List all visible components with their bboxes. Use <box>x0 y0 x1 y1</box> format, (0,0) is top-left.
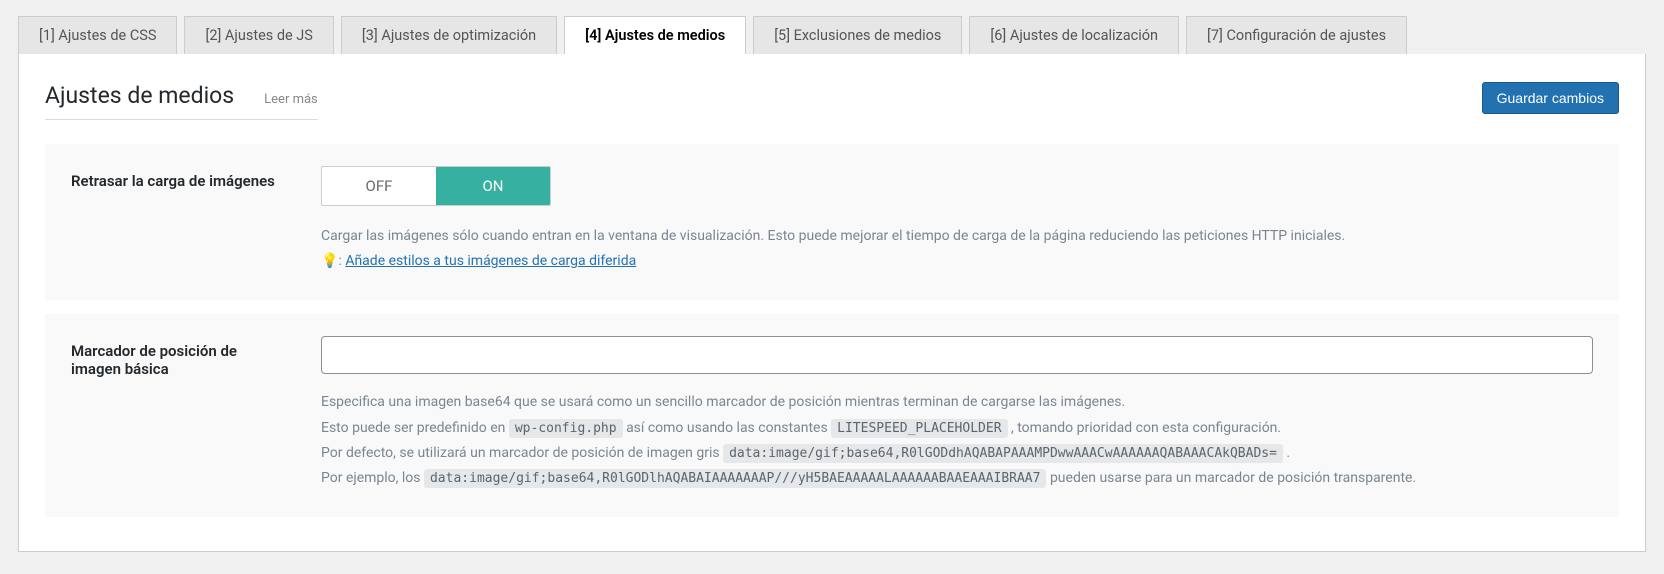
lazy-load-label: Retrasar la carga de imágenes <box>71 166 281 274</box>
code-transparent-gif: data:image/gif;base64,R0lGODlhAQABAIAAAA… <box>424 469 1046 488</box>
placeholder-input[interactable] <box>321 336 1593 374</box>
lazy-styles-link[interactable]: Añade estilos a tus imágenes de carga di… <box>345 253 636 269</box>
toggle-on[interactable]: ON <box>436 167 550 205</box>
code-constant: LITESPEED_PLACEHOLDER <box>831 419 1007 438</box>
tab-optimization[interactable]: [3] Ajustes de optimización <box>341 16 557 54</box>
placeholder-label: Marcador de posición de imagen básica <box>71 336 281 491</box>
lazy-load-toggle[interactable]: OFF ON <box>321 166 551 206</box>
code-default-gif: data:image/gif;base64,R0lGODdhAQABAPAAAM… <box>723 444 1283 463</box>
code-wpconfig: wp-config.php <box>509 419 623 438</box>
tabs-bar: [1] Ajustes de CSS [2] Ajustes de JS [3]… <box>0 0 1664 54</box>
toggle-off[interactable]: OFF <box>322 167 436 205</box>
lightbulb-icon: 💡 <box>321 253 338 269</box>
lazy-load-block: Retrasar la carga de imágenes OFF ON Car… <box>45 144 1619 300</box>
read-more-link[interactable]: Leer más <box>264 92 318 107</box>
placeholder-description: Especifica una imagen base64 que se usar… <box>321 390 1593 491</box>
tab-media[interactable]: [4] Ajustes de medios <box>564 16 746 54</box>
tab-media-excludes[interactable]: [5] Exclusiones de medios <box>753 16 962 54</box>
placeholder-block: Marcador de posición de imagen básica Es… <box>45 314 1619 517</box>
tab-localization[interactable]: [6] Ajustes de localización <box>969 16 1179 54</box>
tab-tuning[interactable]: [7] Configuración de ajustes <box>1186 16 1407 54</box>
save-button[interactable]: Guardar cambios <box>1482 82 1619 114</box>
tab-js[interactable]: [2] Ajustes de JS <box>184 16 333 54</box>
lazy-load-description: Cargar las imágenes sólo cuando entran e… <box>321 224 1593 274</box>
page-title: Ajustes de medios <box>45 82 234 109</box>
settings-panel: Ajustes de medios Leer más Guardar cambi… <box>18 54 1646 552</box>
tab-css[interactable]: [1] Ajustes de CSS <box>18 16 177 54</box>
header-row: Ajustes de medios Leer más Guardar cambi… <box>45 82 1619 120</box>
